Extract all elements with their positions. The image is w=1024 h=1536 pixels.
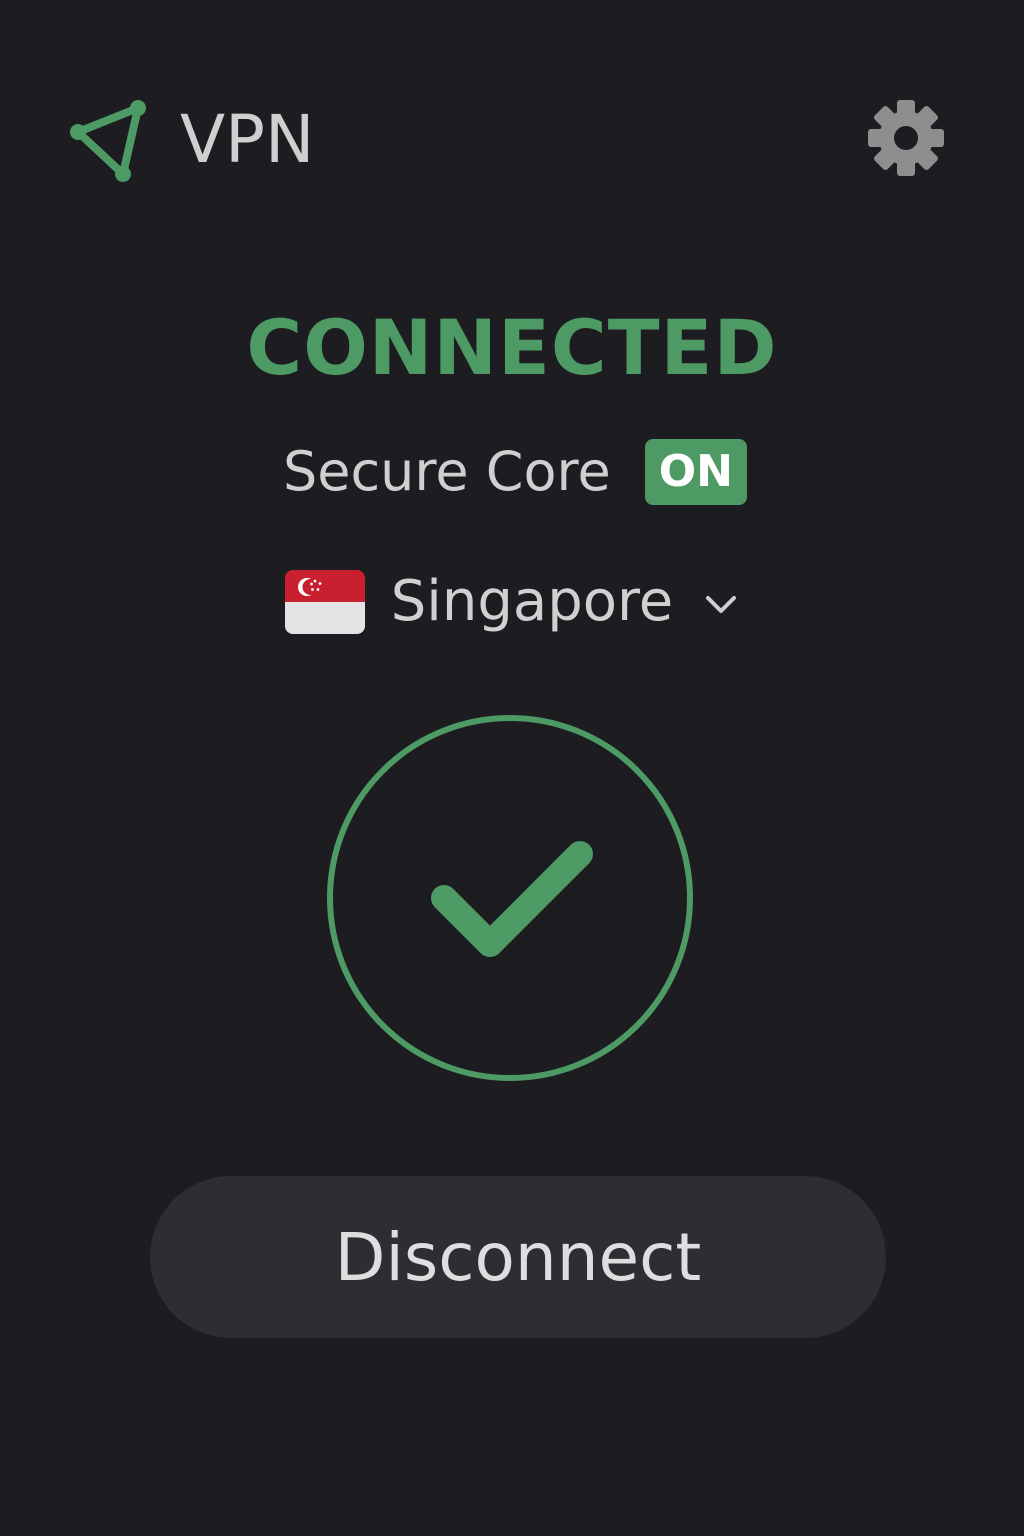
disconnect-button[interactable]: Disconnect bbox=[150, 1176, 886, 1338]
connection-status: CONNECTED bbox=[246, 303, 778, 392]
vpn-logo-icon bbox=[66, 98, 152, 188]
settings-button[interactable] bbox=[862, 94, 950, 182]
secure-core-row: Secure Core ON bbox=[0, 436, 1024, 508]
secure-core-label: Secure Core bbox=[282, 440, 611, 503]
secure-core-toggle[interactable]: ON bbox=[644, 439, 748, 505]
app-title: VPN bbox=[180, 101, 315, 178]
country-name: Singapore bbox=[390, 569, 674, 634]
country-selector[interactable]: Singapore bbox=[0, 566, 1024, 638]
chevron-down-icon bbox=[703, 587, 739, 623]
gear-icon bbox=[868, 100, 944, 176]
checkmark-circle-icon bbox=[327, 715, 693, 1081]
singapore-flag-icon bbox=[284, 570, 365, 634]
connected-indicator bbox=[326, 714, 694, 1082]
disconnect-label: Disconnect bbox=[334, 1218, 702, 1296]
